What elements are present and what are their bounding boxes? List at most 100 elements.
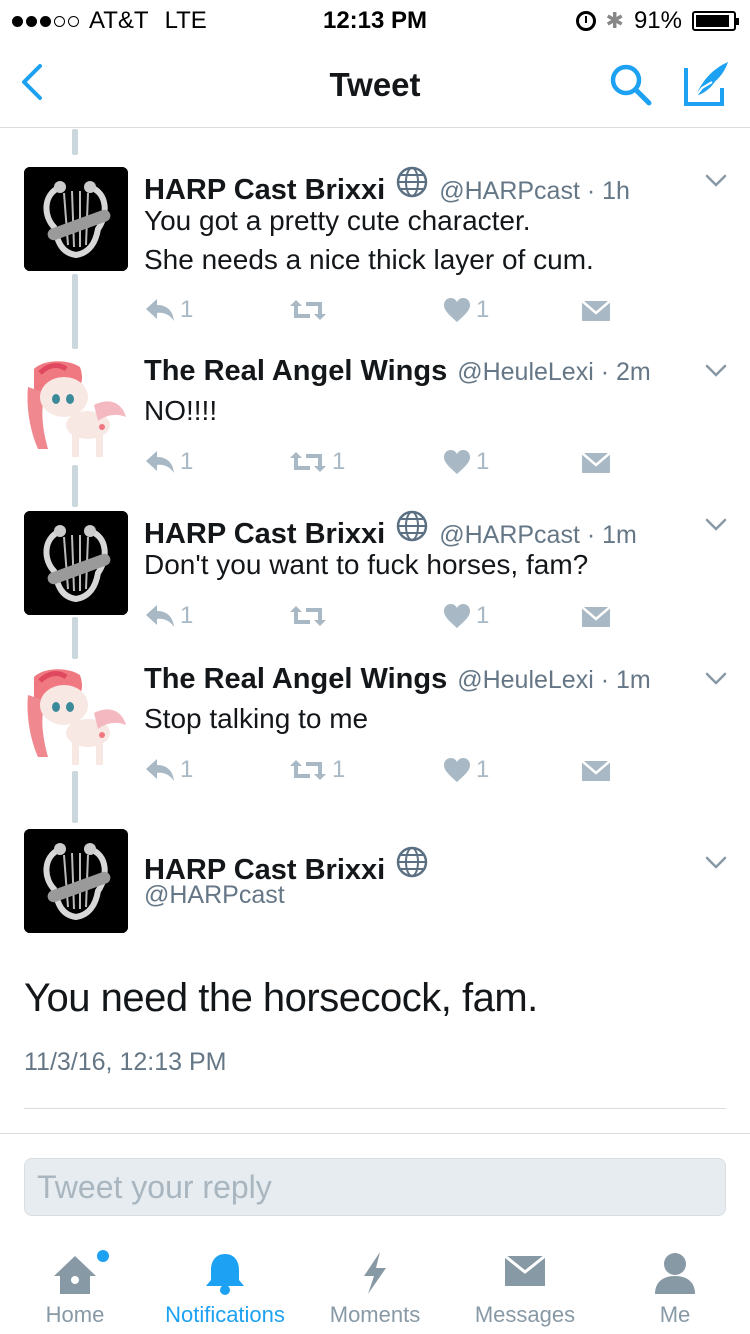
retweet-count: 1 xyxy=(332,756,346,783)
chevron-down-icon[interactable] xyxy=(704,517,728,533)
tweet-header: The Real Angel Wings @HeuleLexi · 1m xyxy=(144,663,651,696)
thread-connector xyxy=(72,465,78,507)
reply-icon xyxy=(146,759,174,781)
retweet-button[interactable]: 1 xyxy=(288,445,345,479)
tweet-time: 1m xyxy=(615,666,651,694)
avatar[interactable] xyxy=(24,511,128,615)
like-button[interactable]: 1 xyxy=(442,445,489,479)
reply-count: 1 xyxy=(180,296,194,323)
reply-button[interactable]: 1 xyxy=(144,599,193,633)
tab-label: Messages xyxy=(474,1302,576,1327)
tweet-time-separator: · xyxy=(593,358,616,386)
author-handle[interactable]: @HARPcast xyxy=(144,881,285,910)
author-handle[interactable]: @HeuleLexi xyxy=(457,666,594,695)
status-right: ✱ 91% xyxy=(575,7,739,35)
reply-icon xyxy=(146,451,174,473)
status-bar: AT&T LTE 12:13 PM ✱ 91% xyxy=(0,0,750,40)
main-tweet-date: 11/3/16, 12:13 PM xyxy=(24,1048,227,1076)
reply-button[interactable]: 1 xyxy=(144,753,193,787)
divider xyxy=(0,1133,750,1134)
lyre-icon xyxy=(24,829,128,933)
tweet-text-line: She needs a nice thick layer of cum. xyxy=(144,244,594,275)
like-count: 1 xyxy=(476,756,490,783)
home-icon xyxy=(54,1256,96,1294)
direct-message-button[interactable] xyxy=(580,293,612,327)
search-icon xyxy=(610,64,652,106)
like-button[interactable]: 1 xyxy=(442,753,489,787)
author-name[interactable]: The Real Angel Wings xyxy=(144,663,447,696)
tweet-text-line: Stop talking to me xyxy=(144,703,369,734)
chevron-down-icon[interactable] xyxy=(704,855,728,871)
pony-avatar-icon xyxy=(24,357,128,461)
tweet-text: NO!!!! xyxy=(144,391,217,430)
tweet-time-separator: · xyxy=(593,666,616,694)
retweet-icon xyxy=(290,452,326,472)
divider xyxy=(24,1108,726,1109)
tab-label: Moments xyxy=(329,1302,421,1327)
compose-tweet-button[interactable] xyxy=(682,60,732,108)
tweet-header: The Real Angel Wings @HeuleLexi · 2m xyxy=(144,355,651,388)
reply-icon xyxy=(146,299,174,321)
tweet-time: 1h xyxy=(602,177,630,205)
tab-label: Notifications xyxy=(165,1302,285,1327)
tab-me[interactable]: Me xyxy=(600,1238,750,1334)
battery-percent: 91% xyxy=(633,7,682,34)
chevron-down-icon[interactable] xyxy=(704,363,728,379)
avatar[interactable] xyxy=(24,167,128,271)
tweet-actions: 1 1 1 xyxy=(144,753,624,787)
battery-icon xyxy=(692,11,739,31)
direct-message-button[interactable] xyxy=(580,753,612,787)
tab-label: Me xyxy=(659,1302,691,1327)
person-icon xyxy=(655,1253,695,1294)
retweet-button[interactable] xyxy=(288,599,332,633)
tweet-actions: 1 1 1 xyxy=(144,445,624,479)
pony-avatar-icon xyxy=(24,665,128,769)
tab-moments[interactable]: Moments xyxy=(300,1238,450,1334)
tweet-text: You got a pretty cute character. She nee… xyxy=(144,201,594,279)
retweet-button[interactable] xyxy=(288,293,332,327)
tweet-actions: 1 1 xyxy=(144,599,624,633)
author-name[interactable]: The Real Angel Wings xyxy=(144,355,447,388)
avatar[interactable] xyxy=(24,357,128,461)
alarm-icon xyxy=(575,11,596,31)
tab-messages[interactable]: Messages xyxy=(450,1238,600,1334)
search-button[interactable] xyxy=(606,60,656,110)
chevron-down-icon[interactable] xyxy=(704,671,728,687)
main-tweet-text: You need the horsecock, fam. xyxy=(24,976,538,1020)
globe-icon xyxy=(396,510,428,542)
bell-icon xyxy=(206,1254,244,1295)
direct-message-button[interactable] xyxy=(580,599,612,633)
globe-icon xyxy=(396,166,428,198)
like-button[interactable]: 1 xyxy=(442,293,489,327)
retweet-button[interactable]: 1 xyxy=(288,753,345,787)
heart-icon xyxy=(444,604,470,628)
reply-count: 1 xyxy=(180,756,194,783)
compose-icon xyxy=(684,62,728,106)
tweet-text: Don't you want to fuck horses, fam? xyxy=(144,545,588,584)
tweet-text-line: Don't you want to fuck horses, fam? xyxy=(144,549,589,580)
like-count: 1 xyxy=(476,602,490,629)
reply-button[interactable]: 1 xyxy=(144,445,193,479)
tab-notifications[interactable]: Notifications xyxy=(150,1238,300,1334)
like-count: 1 xyxy=(476,448,490,475)
lyre-icon xyxy=(24,167,128,271)
globe-icon xyxy=(396,846,428,878)
envelope-icon xyxy=(581,606,611,627)
tab-label: Home xyxy=(45,1302,105,1327)
reply-input[interactable] xyxy=(25,1159,725,1215)
author-handle[interactable]: @HeuleLexi xyxy=(457,358,594,387)
like-button[interactable]: 1 xyxy=(442,599,489,633)
like-count: 1 xyxy=(476,296,490,323)
chevron-down-icon[interactable] xyxy=(704,173,728,189)
tweet-time: 2m xyxy=(615,358,651,386)
envelope-icon xyxy=(581,760,611,781)
avatar[interactable] xyxy=(24,829,128,933)
tab-home[interactable]: Home xyxy=(0,1238,150,1334)
direct-message-button[interactable] xyxy=(580,445,612,479)
thread-connector xyxy=(72,274,78,349)
thread-connector xyxy=(72,617,78,659)
reply-button[interactable]: 1 xyxy=(144,293,193,327)
new-content-dot xyxy=(97,1250,109,1262)
reply-count: 1 xyxy=(180,602,194,629)
avatar[interactable] xyxy=(24,665,128,769)
